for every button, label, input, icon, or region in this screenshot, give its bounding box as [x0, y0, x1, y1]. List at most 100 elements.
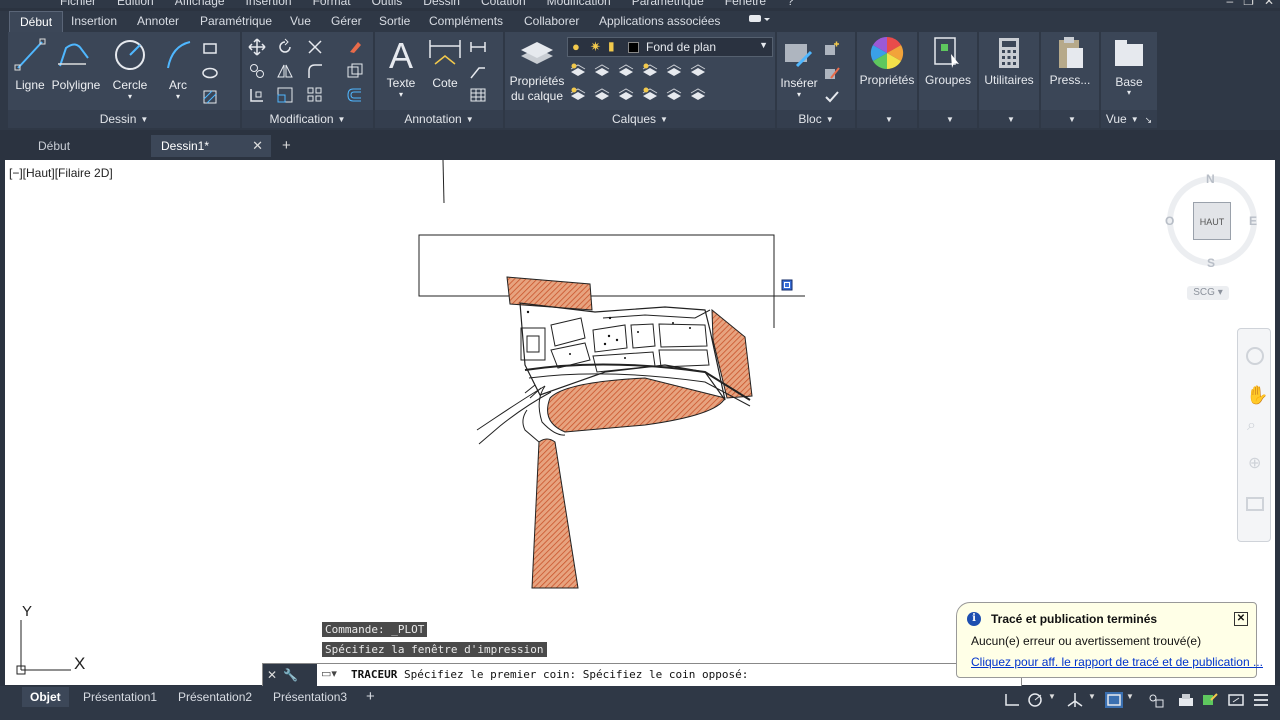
selection-dropdown-icon[interactable]: ▼ — [1126, 692, 1144, 708]
viewcube-face[interactable]: HAUT — [1193, 202, 1231, 240]
compass-east[interactable]: E — [1249, 214, 1257, 228]
tab-vue[interactable]: Vue — [290, 11, 311, 32]
tab-annoter[interactable]: Annoter — [137, 11, 179, 32]
create-block-icon[interactable] — [823, 40, 841, 58]
layer-isolate-icon[interactable] — [569, 62, 587, 80]
command-prompt-icon[interactable]: ▭▾ — [321, 667, 337, 680]
panel-proprietes[interactable]: Propriétés ▼ — [857, 32, 917, 128]
rectangle-icon[interactable] — [202, 40, 220, 58]
isodraft-dropdown-icon[interactable]: ▼ — [1088, 692, 1106, 708]
layout-tab-presentation1[interactable]: Présentation1 — [83, 687, 157, 707]
tab-collaborer[interactable]: Collaborer — [524, 11, 579, 32]
dialog-launcher-icon[interactable]: ↘ — [1145, 115, 1153, 125]
workspace-icon[interactable] — [1201, 692, 1219, 708]
inserer-button[interactable]: Insérer ▾ — [779, 36, 819, 106]
texte-button[interactable]: A Texte ▾ — [379, 34, 423, 104]
cote-button[interactable]: Cote — [425, 34, 465, 104]
new-tab-icon[interactable]: + — [282, 137, 291, 154]
vue-panel-title[interactable]: Vue ▼ ↘ — [1101, 110, 1157, 128]
polyligne-button[interactable]: Polyligne — [50, 36, 102, 106]
hatch-icon[interactable] — [202, 88, 220, 106]
layer-off-icon[interactable] — [617, 62, 635, 80]
annotation-visibility-icon[interactable] — [1147, 692, 1165, 708]
menu-outils[interactable]: Outils — [372, 0, 424, 8]
base-button[interactable]: Base ▾ — [1101, 32, 1157, 110]
copy-icon[interactable] — [248, 62, 266, 80]
viewcube[interactable]: N S E O HAUT SCG ▾ — [1163, 172, 1259, 312]
menu-cotation[interactable]: Cotation — [481, 0, 547, 8]
layer-dropdown[interactable]: ● ✷ ▮ Fond de plan ▼ — [567, 37, 773, 57]
move-icon[interactable] — [248, 38, 266, 56]
table-icon[interactable] — [469, 86, 487, 104]
file-tab-dessin1[interactable]: Dessin1* ✕ — [151, 135, 271, 157]
close-command-line-icon[interactable]: ✕ — [267, 668, 277, 682]
layer-walk-icon[interactable] — [593, 86, 611, 104]
layer-previous-icon[interactable] — [569, 86, 587, 104]
steering-wheel-icon[interactable] — [1246, 347, 1264, 365]
customization-menu-icon[interactable] — [1252, 692, 1270, 708]
selection-cycling-icon[interactable] — [1105, 692, 1123, 708]
panel-presse-papiers[interactable]: Press... ▼ — [1041, 32, 1099, 128]
block-attributes-icon[interactable] — [823, 88, 841, 106]
layer-freeze-icon[interactable] — [641, 62, 659, 80]
menu-modification[interactable]: Modification — [547, 0, 632, 8]
restore-icon[interactable]: ❐ — [1243, 0, 1254, 8]
linear-dim-icon[interactable] — [469, 38, 487, 56]
proprietes-calque-button[interactable]: Propriétés du calque — [507, 36, 567, 110]
leader-icon[interactable] — [469, 62, 487, 80]
file-tab-debut[interactable]: Début — [28, 135, 148, 157]
cercle-dropdown-icon[interactable]: ▾ — [110, 92, 150, 101]
menu-insertion[interactable]: Insertion — [246, 0, 313, 8]
edit-block-icon[interactable] — [823, 64, 841, 82]
close-tab-icon[interactable]: ✕ — [252, 135, 263, 157]
layer-match-icon[interactable] — [689, 62, 707, 80]
orbit-icon[interactable]: ⊕ — [1248, 453, 1261, 473]
pan-icon[interactable]: ✋ — [1246, 385, 1268, 406]
offset-icon[interactable] — [346, 86, 364, 104]
compass-south[interactable]: S — [1207, 256, 1215, 270]
menu-aide[interactable]: ? — [787, 0, 815, 8]
compass-north[interactable]: N — [1206, 172, 1215, 186]
menu-fenetre[interactable]: Fenêtre — [725, 0, 787, 8]
base-dropdown-icon[interactable]: ▾ — [1101, 88, 1157, 97]
texte-dropdown-icon[interactable]: ▾ — [379, 90, 423, 99]
arc-button[interactable]: Arc ▾ — [158, 36, 198, 106]
layer-thaw-icon[interactable] — [617, 86, 635, 104]
plot-report-link[interactable]: Cliquez pour aff. le rapport de tracé et… — [971, 655, 1263, 669]
panel-groupes[interactable]: Groupes ▼ — [919, 32, 977, 128]
scale-icon[interactable] — [276, 86, 294, 104]
zoom-icon[interactable]: ⌕ — [1247, 417, 1256, 435]
tab-parametrique[interactable]: Paramétrique — [200, 11, 272, 32]
menu-dessin[interactable]: Dessin — [423, 0, 481, 8]
stretch-icon[interactable] — [248, 86, 266, 104]
erase-icon[interactable] — [346, 38, 364, 56]
polar-dropdown-icon[interactable]: ▼ — [1048, 692, 1066, 708]
panel-utilitaires[interactable]: Utilitaires ▼ — [979, 32, 1039, 128]
showmotion-icon[interactable] — [1246, 497, 1264, 511]
bloc-panel-title[interactable]: Bloc ▼ — [777, 110, 855, 128]
add-layout-icon[interactable]: + — [366, 687, 375, 707]
explode-icon[interactable] — [346, 62, 364, 80]
menu-edition[interactable]: Edition — [117, 0, 175, 8]
ortho-icon[interactable] — [1003, 692, 1021, 708]
tab-applications-associees[interactable]: Applications associées — [599, 11, 720, 32]
inserer-dropdown-icon[interactable]: ▾ — [779, 90, 819, 99]
utilitaires-expand[interactable]: ▼ — [979, 110, 1039, 128]
presse-expand[interactable]: ▼ — [1041, 110, 1099, 128]
layout-tab-presentation3[interactable]: Présentation3 — [273, 687, 347, 707]
tab-debut[interactable]: Début — [9, 11, 64, 32]
trim-icon[interactable] — [306, 38, 324, 56]
cercle-button[interactable]: Cercle ▾ — [110, 36, 150, 106]
tab-complements[interactable]: Compléments — [429, 11, 503, 32]
calques-panel-title[interactable]: Calques ▼ — [505, 110, 775, 128]
layer-lock-icon[interactable] — [665, 62, 683, 80]
tab-gerer[interactable]: Gérer — [331, 11, 362, 32]
modification-panel-title[interactable]: Modification ▼ — [242, 110, 373, 128]
notification-close-button[interactable]: ✕ — [1234, 612, 1248, 626]
fillet-icon[interactable] — [306, 62, 324, 80]
menu-fichier[interactable]: Fichier — [60, 0, 117, 8]
menu-parametrique[interactable]: Paramétrique — [632, 0, 725, 8]
annotation-panel-title[interactable]: Annotation ▼ — [375, 110, 503, 128]
polar-tracking-icon[interactable] — [1027, 692, 1045, 708]
ucs-menu[interactable]: SCG ▾ — [1187, 286, 1229, 300]
